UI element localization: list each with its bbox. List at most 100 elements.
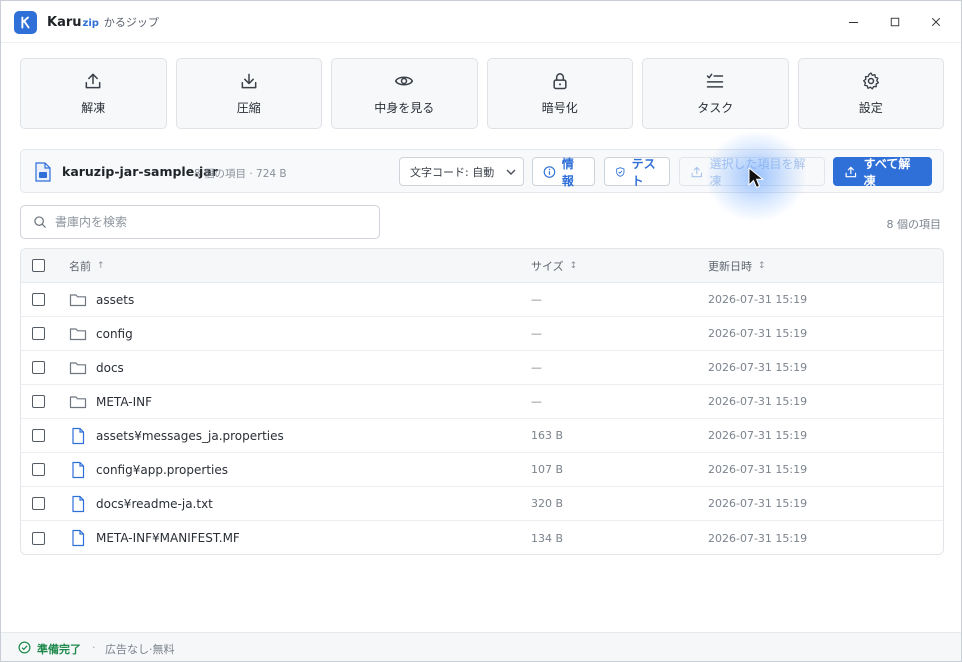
file-name: docs — [96, 360, 124, 375]
file-modified: 2026-07-31 15:19 — [708, 327, 808, 340]
file-name: config — [96, 326, 133, 341]
encrypt-tool-button[interactable]: 暗号化 — [486, 58, 633, 129]
table-row[interactable]: config — 2026-07-31 15:19 — [21, 317, 943, 351]
row-checkbox[interactable] — [32, 531, 45, 545]
close-icon — [931, 17, 941, 27]
settings-tool-button[interactable]: 設定 — [797, 58, 944, 129]
file-icon — [72, 529, 85, 547]
search-input[interactable] — [55, 215, 355, 229]
table-header: 名前 ↑ サイズ ↕ 更新日時 ↕ — [21, 249, 943, 283]
test-button[interactable]: テスト — [604, 157, 670, 188]
file-name: assets — [96, 292, 135, 307]
file-modified: 2026-07-31 15:19 — [708, 361, 808, 374]
file-name: config¥app.properties — [96, 462, 228, 477]
status-bar: 準備完了 · 広告なし·無料 — [1, 632, 961, 661]
shield-check-icon — [616, 166, 625, 177]
table-row[interactable]: docs — 2026-07-31 15:19 — [21, 351, 943, 385]
tasks-tool-button[interactable]: タスク — [642, 58, 789, 129]
check-circle-icon — [18, 641, 31, 654]
file-name: docs¥readme-ja.txt — [96, 496, 213, 511]
row-checkbox[interactable] — [32, 395, 45, 408]
folder-icon — [69, 294, 87, 307]
table-row[interactable]: config¥app.properties 107 B 2026-07-31 1… — [21, 453, 943, 487]
maximize-icon — [890, 17, 900, 27]
tool-label: 中身を見る — [374, 101, 435, 115]
table-row[interactable]: docs¥readme-ja.txt 320 B 2026-07-31 15:1… — [21, 487, 943, 521]
column-header-name-label: 名前 — [69, 259, 91, 273]
folder-icon — [69, 396, 87, 409]
info-button-label: 情報 — [561, 156, 574, 188]
upload-icon — [85, 73, 101, 89]
table-row[interactable]: META-INF — 2026-07-31 15:19 — [21, 385, 943, 419]
file-icon — [72, 461, 85, 479]
gear-icon — [862, 72, 879, 90]
archive-info-bar: karuzip-jar-sample.jar 8 個の項目 · 724 B 文字… — [20, 149, 944, 193]
mouse-pointer-icon — [748, 166, 765, 189]
row-checkbox[interactable] — [32, 497, 45, 510]
app-name: Karu — [47, 15, 82, 30]
upload-icon — [845, 166, 857, 177]
row-checkbox[interactable] — [32, 463, 45, 476]
row-checkbox[interactable] — [32, 327, 45, 340]
minimize-button[interactable] — [839, 9, 867, 35]
info-button[interactable]: 情報 — [532, 156, 595, 188]
file-modified: 2026-07-31 15:19 — [708, 429, 808, 442]
view-contents-tool-button[interactable]: 中身を見る — [331, 58, 478, 129]
file-size: — — [531, 293, 542, 306]
tool-label: 設定 — [858, 101, 883, 115]
maximize-button[interactable] — [881, 9, 909, 35]
file-size: — — [531, 361, 542, 374]
table-row[interactable]: assets — 2026-07-31 15:19 — [21, 283, 943, 317]
compress-tool-button[interactable]: 圧縮 — [175, 58, 322, 129]
download-icon — [241, 73, 257, 89]
column-header-size[interactable]: サイズ ↕ — [531, 258, 577, 274]
folder-icon — [69, 362, 87, 375]
search-field[interactable] — [20, 205, 380, 239]
info-icon — [543, 165, 556, 178]
file-table: 名前 ↑ サイズ ↕ 更新日時 ↕ assets — 2026-07-31 15… — [20, 248, 944, 555]
column-header-size-label: サイズ — [531, 259, 564, 273]
file-size: 107 B — [531, 463, 564, 476]
status-text: 準備完了 — [37, 643, 81, 656]
title-bar: Karu zip かるジップ — [1, 1, 961, 43]
tool-label: 暗号化 — [541, 101, 578, 115]
status-separator: · — [92, 641, 96, 654]
file-name: META-INF — [96, 394, 153, 409]
app-name-suffix: zip — [82, 18, 99, 29]
item-count: 8 個の項目 — [886, 218, 942, 231]
search-icon — [34, 216, 46, 228]
column-header-modified[interactable]: 更新日時 ↕ — [708, 258, 766, 274]
extract-all-button[interactable]: すべて解凍 — [833, 157, 932, 188]
file-size: 163 B — [531, 429, 564, 442]
file-size: 320 B — [531, 497, 564, 510]
file-icon — [72, 495, 85, 513]
extract-tool-button[interactable]: 解凍 — [20, 58, 167, 129]
file-size: 134 B — [531, 531, 564, 545]
file-modified: 2026-07-31 15:19 — [708, 463, 808, 476]
sort-icon: ↕ — [758, 260, 766, 271]
sort-asc-icon: ↑ — [97, 260, 105, 271]
file-modified: 2026-07-31 15:19 — [708, 395, 808, 408]
close-button[interactable] — [922, 9, 950, 35]
file-name: META-INF¥MANIFEST.MF — [96, 531, 240, 545]
table-row[interactable]: assets¥messages_ja.properties 163 B 2026… — [21, 419, 943, 453]
column-header-name[interactable]: 名前 ↑ — [69, 258, 105, 274]
upload-icon — [691, 166, 702, 177]
row-checkbox[interactable] — [32, 293, 45, 306]
table-row[interactable]: META-INF¥MANIFEST.MF 134 B 2026-07-31 15… — [21, 521, 943, 554]
row-checkbox[interactable] — [32, 361, 45, 374]
column-header-modified-label: 更新日時 — [708, 259, 752, 273]
tool-label: タスク — [697, 101, 734, 115]
minimize-icon — [848, 21, 858, 23]
archive-meta: 8 個の項目 · 724 B — [194, 168, 287, 180]
row-checkbox[interactable] — [32, 429, 45, 442]
app-title: Karu zip かるジップ — [47, 14, 159, 30]
main-toolbar: 解凍 圧縮 中身を見る 暗号化 タスク 設定 — [20, 58, 944, 129]
select-all-checkbox[interactable] — [32, 259, 45, 272]
file-size: — — [531, 327, 542, 340]
chevron-down-icon — [506, 169, 516, 175]
sort-icon: ↕ — [569, 260, 578, 271]
file-modified: 2026-07-31 15:19 — [708, 531, 808, 545]
jar-file-icon — [35, 162, 51, 182]
encoding-select[interactable]: 文字コード: 自動 — [399, 157, 524, 186]
